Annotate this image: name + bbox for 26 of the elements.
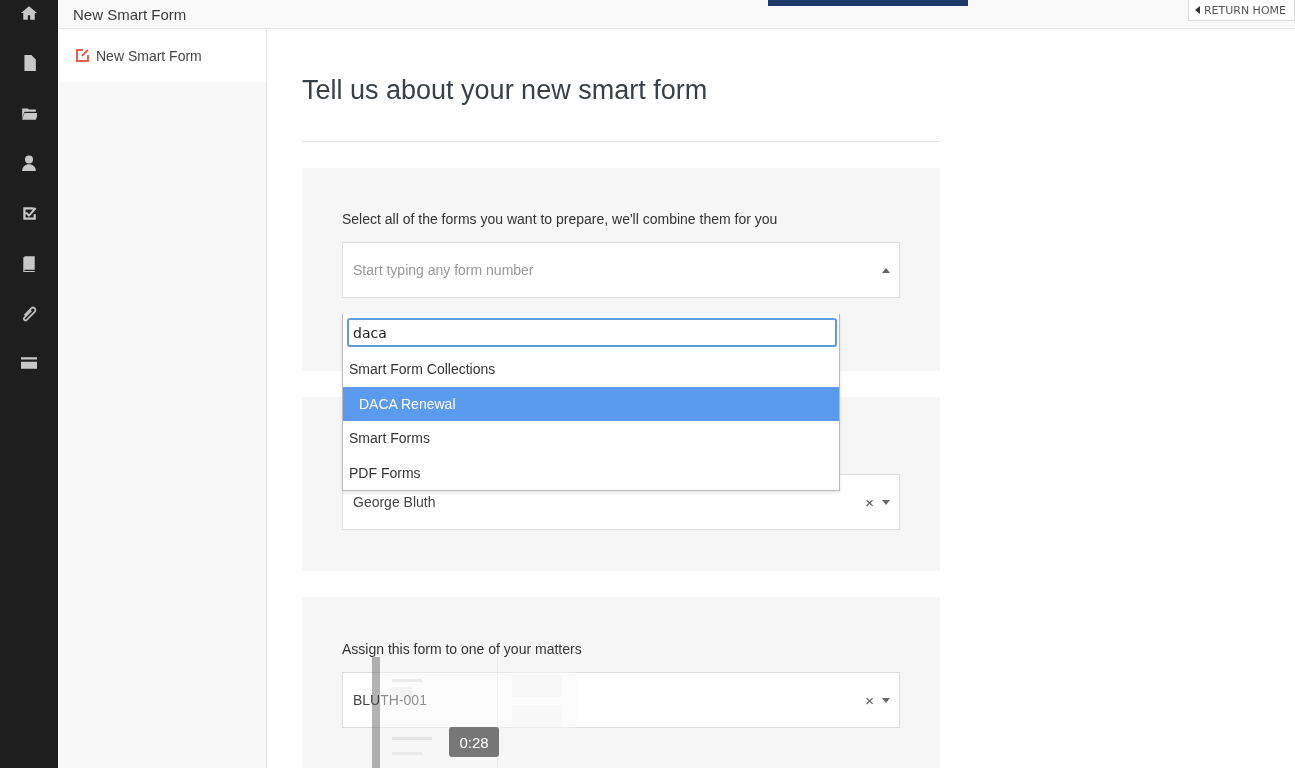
page-heading: Tell us about your new smart form [302, 75, 940, 142]
nav-item[interactable]: New Smart Form [58, 29, 266, 82]
page-title: New Smart Form [73, 5, 187, 23]
document-icon[interactable] [21, 54, 37, 72]
edit-icon [75, 48, 90, 63]
caret-left-icon [1194, 6, 1200, 14]
caret-down-icon[interactable] [882, 499, 890, 505]
book-icon[interactable] [21, 254, 37, 272]
paperclip-icon[interactable] [21, 304, 37, 322]
person-icon[interactable] [21, 154, 37, 172]
video-timestamp: 0:28 [449, 727, 499, 757]
caret-down-icon[interactable] [882, 697, 890, 703]
option-group-label[interactable]: Smart Forms [343, 421, 839, 456]
card-icon[interactable] [21, 354, 37, 372]
placeholder-text: Start typing any form number [353, 262, 535, 278]
clear-icon[interactable]: × [865, 493, 874, 511]
caret-up-icon[interactable] [882, 267, 890, 273]
field-label: Select all of the forms you want to prepare, we'll combine them for you [342, 211, 779, 228]
checkbox-icon[interactable] [21, 204, 37, 222]
search-field[interactable]: daca [347, 318, 837, 347]
field-label: Assign this form to one of your matters [342, 641, 583, 658]
field-value: George Bluth [353, 494, 437, 510]
option-group-label[interactable]: Smart Form Collections [343, 352, 839, 387]
clear-icon[interactable]: × [865, 691, 874, 709]
home-icon[interactable] [21, 4, 37, 22]
return-home-button[interactable]: RETURN HOME [1187, 0, 1295, 21]
